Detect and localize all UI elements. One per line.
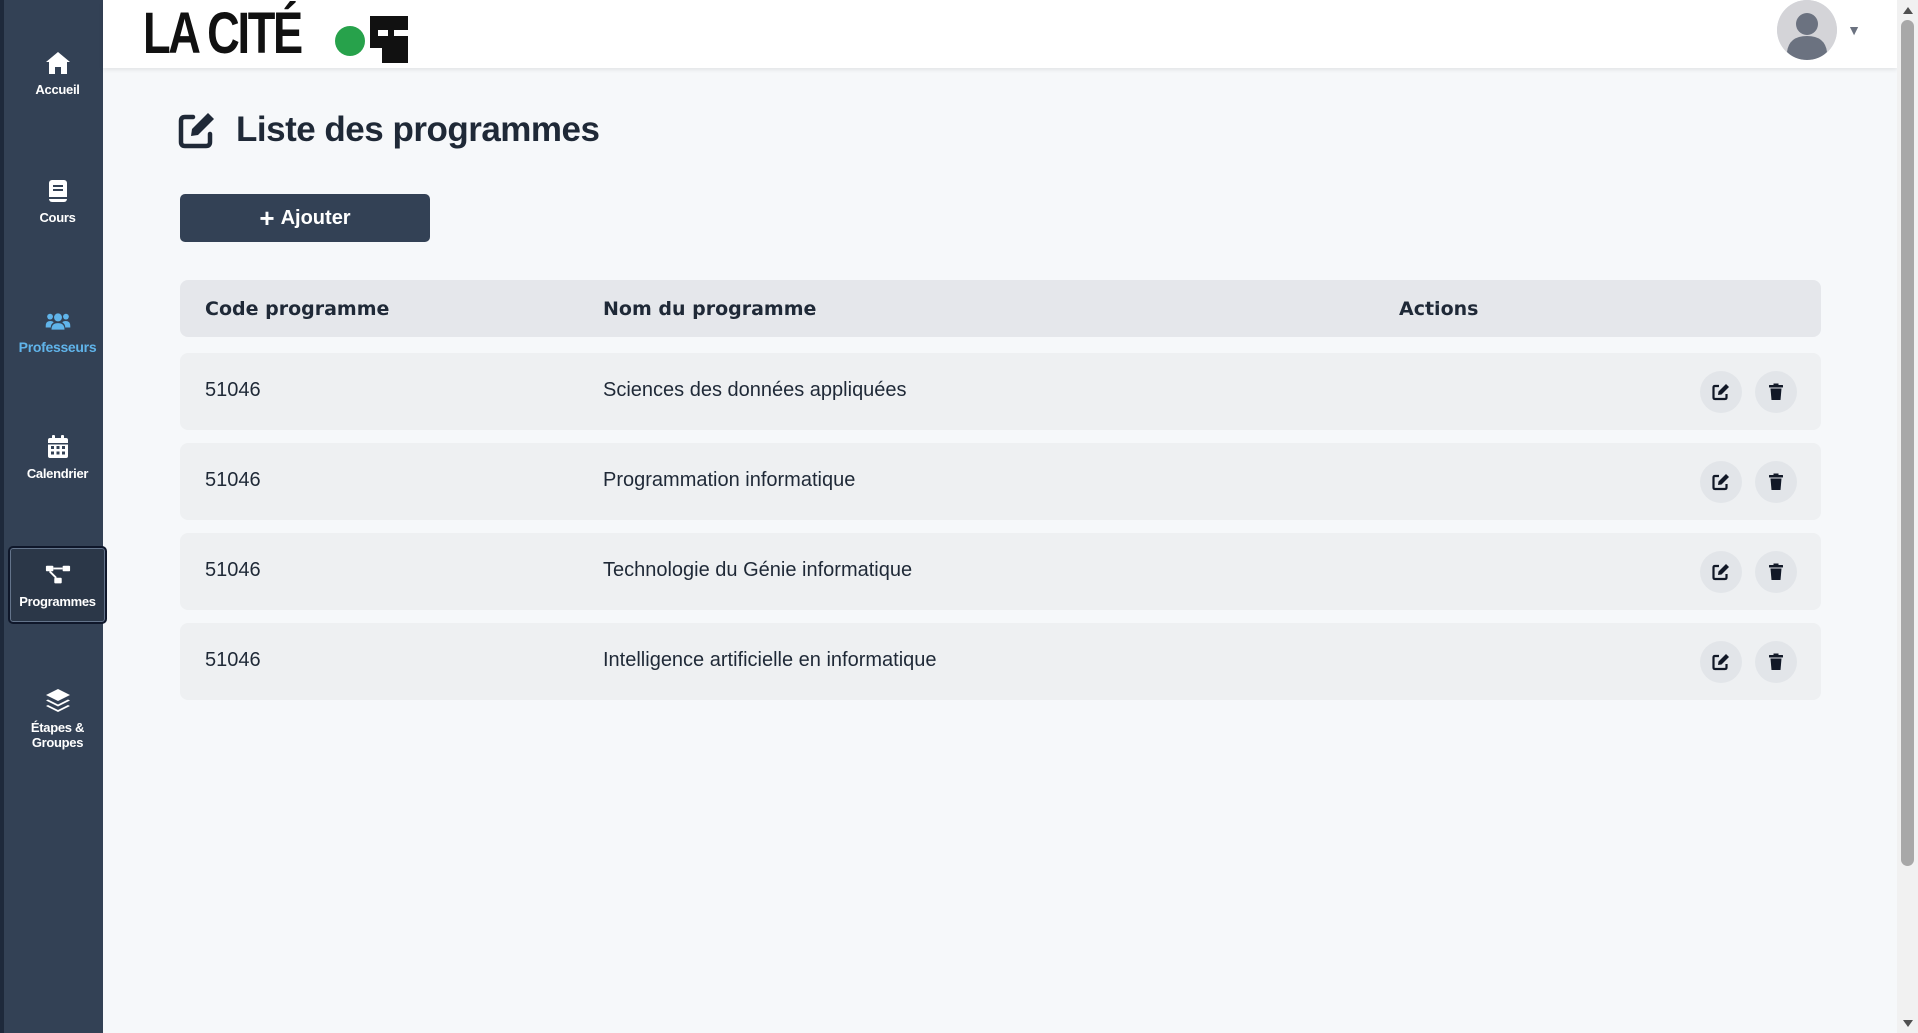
trash-icon (1769, 383, 1783, 400)
scroll-down-arrow-icon[interactable] (1897, 1013, 1918, 1033)
sidebar-item-label: Cours (39, 209, 76, 225)
edit-button[interactable] (1700, 461, 1742, 503)
avatar[interactable] (1777, 0, 1838, 60)
trash-icon (1769, 653, 1783, 670)
table-row: 51046 Sciences des données appliquées (180, 353, 1821, 430)
sidebar-item-label: Professeurs (18, 338, 97, 355)
edit-icon (1712, 474, 1729, 491)
table-row: 51046 Programmation informatique (180, 443, 1821, 520)
sidebar-item-label: Calendrier (26, 465, 89, 481)
sitemap-icon (45, 562, 71, 588)
program-code: 51046 (205, 559, 261, 581)
program-name: Sciences des données appliquées (603, 379, 907, 401)
book-icon (45, 178, 71, 204)
programs-table: Code programme Nom du programme Actions … (180, 280, 1821, 700)
row-actions (1700, 551, 1797, 593)
layers-icon (45, 688, 71, 714)
program-name: Intelligence artificielle en informatiqu… (603, 649, 937, 671)
table-header: Code programme Nom du programme Actions (180, 280, 1821, 337)
program-code: 51046 (205, 649, 261, 671)
delete-button[interactable] (1755, 371, 1797, 413)
users-icon (45, 308, 71, 334)
home-icon (45, 50, 71, 76)
user-menu[interactable]: ▼ (1777, 0, 1861, 60)
program-name: Programmation informatique (603, 469, 856, 491)
table-row: 51046 Intelligence artificielle en infor… (180, 623, 1821, 700)
chevron-down-icon[interactable]: ▼ (1847, 22, 1861, 38)
edit-icon (1712, 654, 1729, 671)
add-program-button[interactable]: + Ajouter (180, 194, 430, 242)
edit-square-icon (178, 113, 214, 149)
sidebar: Accueil Cours Professeurs Calendrier Pro… (0, 0, 107, 1033)
delete-button[interactable] (1755, 641, 1797, 683)
edit-button[interactable] (1700, 551, 1742, 593)
page-title: Liste des programmes (236, 110, 600, 149)
plus-icon: + (259, 203, 275, 233)
column-header-actions: Actions (1399, 298, 1479, 320)
row-actions (1700, 641, 1797, 683)
row-actions (1700, 461, 1797, 503)
add-button-label: Ajouter (280, 206, 351, 229)
sidebar-item-label: Accueil (35, 81, 80, 97)
edit-button[interactable] (1700, 641, 1742, 683)
sidebar-item-calendrier[interactable]: Calendrier (8, 418, 107, 496)
program-code: 51046 (205, 379, 261, 401)
la-cite-logo[interactable]: LA CITÉ (143, 1, 408, 66)
column-header-code: Code programme (205, 298, 390, 320)
sidebar-item-accueil[interactable]: Accueil (8, 34, 107, 112)
edit-icon (1712, 384, 1729, 401)
top-header: LA CITÉ ▼ (103, 0, 1897, 68)
sidebar-item-cours[interactable]: Cours (8, 162, 107, 240)
program-name: Technologie du Génie informatique (603, 559, 913, 581)
table-row: 51046 Technologie du Génie informatique (180, 533, 1821, 610)
trash-icon (1769, 473, 1783, 490)
column-header-name: Nom du programme (603, 298, 817, 320)
logo-text: LA CITÉ (143, 1, 303, 66)
delete-button[interactable] (1755, 551, 1797, 593)
edit-button[interactable] (1700, 371, 1742, 413)
trash-icon (1769, 563, 1783, 580)
logo-green-dot (335, 26, 365, 56)
delete-button[interactable] (1755, 461, 1797, 503)
user-avatar-icon (1777, 0, 1838, 60)
program-code: 51046 (205, 469, 261, 491)
scrollbar-thumb[interactable] (1901, 20, 1914, 866)
vertical-scrollbar[interactable] (1897, 0, 1918, 1033)
sidebar-item-professeurs[interactable]: Professeurs (8, 292, 107, 370)
edit-icon (1712, 564, 1729, 581)
page-header: Liste des programmes (178, 110, 600, 150)
sidebar-item-label: Programmes (19, 593, 96, 609)
calendar-icon (45, 434, 71, 460)
logo-mark-icon (370, 16, 408, 63)
row-actions (1700, 371, 1797, 413)
sidebar-item-etapes-groupes[interactable]: Étapes & Groupes (8, 680, 107, 758)
sidebar-item-label: Étapes & Groupes (30, 720, 85, 750)
sidebar-item-programmes[interactable]: Programmes (8, 546, 107, 624)
scroll-up-arrow-icon[interactable] (1897, 0, 1918, 20)
